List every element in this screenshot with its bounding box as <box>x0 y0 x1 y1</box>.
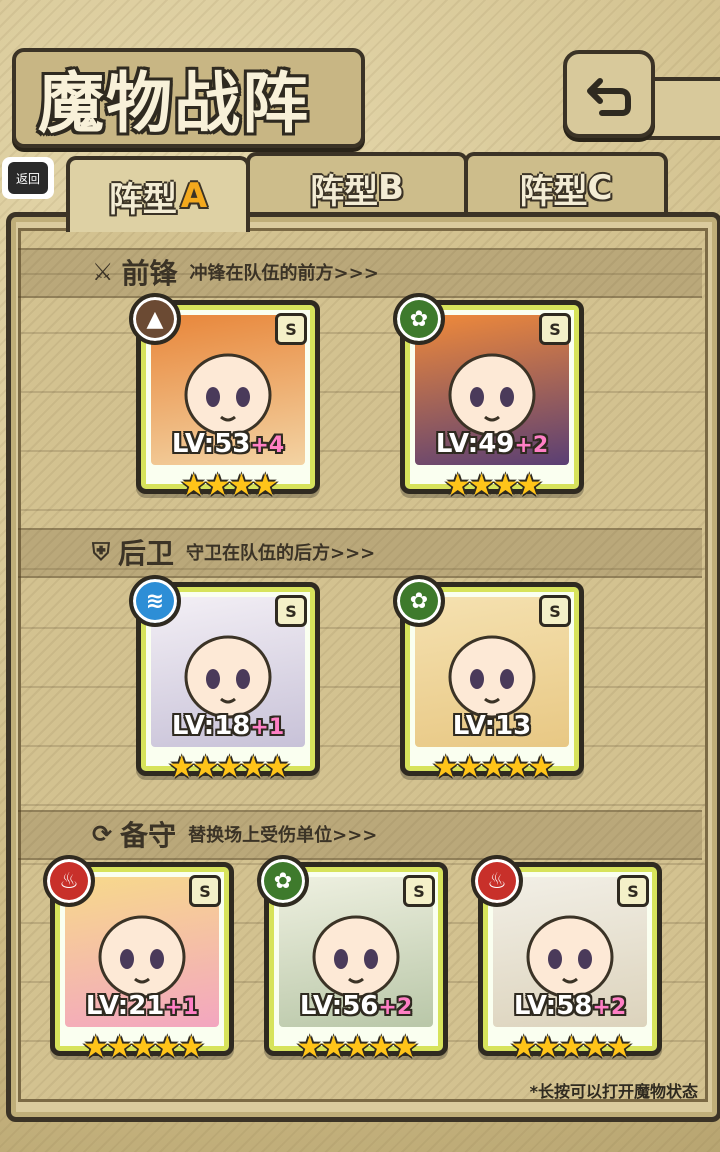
back-button[interactable] <box>563 50 655 138</box>
tab-b-letter: B <box>378 168 404 208</box>
sword-icon: ⚔ <box>92 258 114 286</box>
star-rating: ★★★★★ <box>510 1030 632 1065</box>
tab-a-letter: A <box>180 176 208 216</box>
tab-b-prefix: 阵型 <box>310 171 379 212</box>
monster-level: LV:58+2 <box>483 991 657 1021</box>
star-rating: ★★★★ <box>180 468 279 503</box>
rear-section-title: 后卫 <box>118 537 175 570</box>
level-value: LV:18 <box>171 711 251 741</box>
level-value: LV:58 <box>513 991 593 1021</box>
wind-element-icon: ✿ <box>257 855 309 907</box>
monster-level: LV:21+1 <box>55 991 229 1021</box>
level-bonus: +2 <box>514 433 549 458</box>
level-bonus: +2 <box>378 995 413 1020</box>
monster-card[interactable]: S ♨ LV:21+1 ★★★★★ <box>43 855 234 1065</box>
front-section-subtitle: 冲锋在队伍的前方>>> <box>189 263 379 284</box>
monster-level: LV:13 <box>405 711 579 741</box>
monster-card[interactable]: S ✿ LV:56+2 ★★★★★ <box>257 855 448 1065</box>
star-rating: ★★★★★ <box>296 1030 418 1065</box>
shield-icon: ⛨ <box>92 538 110 566</box>
long-press-hint: *长按可以打开魔物状态 <box>529 1082 698 1101</box>
rarity-grade-badge: S <box>275 313 307 345</box>
monster-level: LV:53+4 <box>141 429 315 459</box>
tab-formation-c[interactable]: 阵型 C <box>464 152 668 220</box>
monster-card[interactable]: S ▲ LV:53+4 ★★★★ <box>129 293 320 503</box>
front-section-header: ⚔ 前锋 冲锋在队伍的前方>>> <box>92 252 379 292</box>
rarity-grade-badge: S <box>617 875 649 907</box>
wind-element-icon: ✿ <box>393 575 445 627</box>
level-value: LV:13 <box>452 711 532 741</box>
tab-a-prefix: 阵型 <box>108 179 177 220</box>
level-value: LV:49 <box>435 429 515 459</box>
rear-section-header: ⛨ 后卫 守卫在队伍的后方>>> <box>92 532 375 572</box>
monster-level: LV:49+2 <box>405 429 579 459</box>
rarity-grade-badge: S <box>189 875 221 907</box>
rear-section-subtitle: 守卫在队伍的后方>>> <box>186 543 376 564</box>
level-bonus: +1 <box>164 995 199 1020</box>
system-back-button[interactable]: 返回 <box>2 157 54 199</box>
earth-element-icon: ▲ <box>129 293 181 345</box>
level-value: LV:56 <box>299 991 379 1021</box>
water-element-icon: ≋ <box>129 575 181 627</box>
front-section-title: 前锋 <box>121 257 178 290</box>
star-rating: ★★★★★ <box>82 1030 204 1065</box>
star-rating: ★★★★★ <box>432 750 554 785</box>
system-back-label: 返回 <box>8 162 48 194</box>
level-bonus: +2 <box>592 995 627 1020</box>
reserve-section-title: 备守 <box>120 819 177 852</box>
swap-icon: ⟳ <box>92 820 113 848</box>
rarity-grade-badge: S <box>403 875 435 907</box>
fire-element-icon: ♨ <box>43 855 95 907</box>
monster-level: LV:18+1 <box>141 711 315 741</box>
star-rating: ★★★★ <box>444 468 543 503</box>
rarity-grade-badge: S <box>275 595 307 627</box>
reserve-section-header: ⟳ 备守 替换场上受伤单位>>> <box>92 814 377 854</box>
level-bonus: +1 <box>250 715 285 740</box>
tab-formation-b[interactable]: 阵型 B <box>246 152 468 220</box>
rarity-grade-badge: S <box>539 595 571 627</box>
reserve-section-subtitle: 替换场上受伤单位>>> <box>188 825 378 846</box>
wind-element-icon: ✿ <box>393 293 445 345</box>
back-arrow-icon <box>587 78 631 116</box>
monster-card[interactable]: S ✿ LV:13 ★★★★★ <box>393 575 584 785</box>
monster-level: LV:56+2 <box>269 991 443 1021</box>
monster-card[interactable]: S ✿ LV:49+2 ★★★★ <box>393 293 584 503</box>
page-title: 魔物战阵 <box>38 64 310 142</box>
rarity-grade-badge: S <box>539 313 571 345</box>
star-rating: ★★★★★ <box>168 750 290 785</box>
fire-element-icon: ♨ <box>471 855 523 907</box>
level-bonus: +4 <box>250 433 285 458</box>
level-value: LV:53 <box>171 429 251 459</box>
tab-formation-a[interactable]: 阵型 A <box>66 156 250 232</box>
tab-c-letter: C <box>587 168 613 208</box>
monster-card[interactable]: S ≋ LV:18+1 ★★★★★ <box>129 575 320 785</box>
level-value: LV:21 <box>85 991 165 1021</box>
tab-c-prefix: 阵型 <box>519 171 588 212</box>
monster-card[interactable]: S ♨ LV:58+2 ★★★★★ <box>471 855 662 1065</box>
